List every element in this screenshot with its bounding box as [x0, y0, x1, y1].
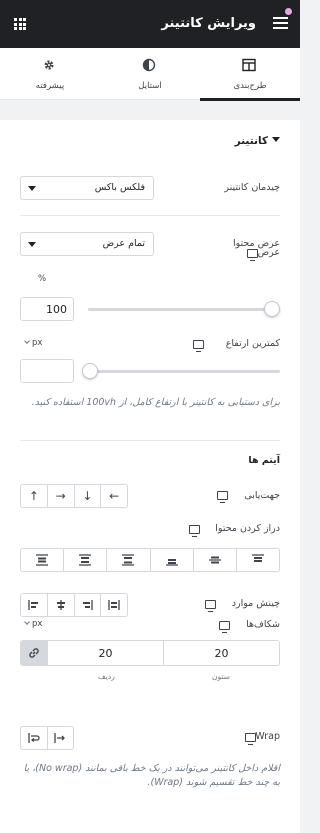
- desktop-icon[interactable]: [217, 491, 228, 503]
- arrow-left-icon[interactable]: ←: [101, 485, 127, 507]
- width-slider-track[interactable]: [88, 308, 280, 311]
- gear-icon: [44, 60, 54, 70]
- container-layout-value: فلکس باکس: [94, 182, 145, 193]
- justify-end-icon[interactable]: [107, 549, 151, 571]
- caret-down-icon: [272, 137, 280, 142]
- wrap-note: اقلام داخل کانتینر می‌توانند در یک خط با…: [23, 763, 280, 788]
- min-height-input[interactable]: [20, 359, 74, 383]
- desktop-icon[interactable]: [189, 525, 200, 537]
- justify-space-evenly-icon[interactable]: [237, 549, 279, 571]
- container-layout-select[interactable]: فلکس باکس: [20, 176, 154, 200]
- chevron-down-icon: [28, 186, 36, 191]
- container-layout-label: چیدمان کانتینر: [224, 182, 280, 193]
- gaps-label: شکاف‌ها: [246, 619, 280, 630]
- align-items-label: چینش موارد: [231, 598, 280, 609]
- justify-content-control: [20, 548, 280, 572]
- gaps-unit: px: [32, 619, 43, 629]
- apps-grid-icon[interactable]: [14, 18, 26, 30]
- items-heading: آیتم ها: [248, 455, 280, 466]
- content-width-value: تمام عرض: [102, 238, 145, 249]
- tab-layout[interactable]: طرح‌بندی: [200, 48, 300, 101]
- panel-title: ویرایش کانتینر: [161, 16, 256, 31]
- wrap-icon[interactable]: [21, 727, 48, 749]
- justify-space-around-icon[interactable]: [194, 549, 237, 571]
- align-center-icon[interactable]: [48, 594, 75, 616]
- editor-header: ویرایش کانتینر: [0, 0, 300, 48]
- align-stretch-icon[interactable]: [101, 594, 127, 616]
- desktop-icon[interactable]: [245, 733, 256, 745]
- panel-tabs: طرح‌بندی استایل پیشرفته: [0, 48, 300, 101]
- divider: [20, 215, 280, 216]
- tab-layout-label: طرح‌بندی: [233, 81, 267, 91]
- wrap-control: [20, 726, 74, 750]
- align-end-icon[interactable]: [75, 594, 102, 616]
- tab-advanced[interactable]: پیشرفته: [0, 48, 100, 100]
- desktop-icon[interactable]: [205, 600, 216, 612]
- section-title: کانتینر: [234, 135, 268, 147]
- align-start-icon[interactable]: [21, 594, 48, 616]
- notification-dot: [285, 8, 292, 15]
- arrow-up-icon[interactable]: ↑: [21, 485, 48, 507]
- row-gap-label: ردیف: [98, 672, 115, 681]
- min-height-unit-selector[interactable]: px: [24, 338, 43, 348]
- tab-advanced-label: پیشرفته: [35, 81, 65, 91]
- divider: [20, 440, 280, 441]
- column-gap-label: ستون: [212, 672, 230, 681]
- chevron-down-icon: [24, 338, 30, 344]
- hamburger-menu-icon[interactable]: [273, 17, 288, 30]
- arrow-down-icon[interactable]: ↓: [75, 485, 102, 507]
- section-header-container[interactable]: کانتینر: [235, 135, 280, 147]
- column-gap-input[interactable]: 20: [163, 641, 279, 665]
- chevron-down-icon: [24, 619, 30, 625]
- min-height-unit: px: [32, 338, 43, 348]
- direction-control: ↑ → ↓ ←: [20, 484, 128, 508]
- gaps-unit-selector[interactable]: px: [24, 619, 43, 629]
- no-wrap-icon[interactable]: [48, 727, 74, 749]
- desktop-icon[interactable]: [193, 340, 204, 352]
- justify-content-label: دراز کردن محتوا: [215, 523, 280, 534]
- tab-style[interactable]: استایل: [100, 48, 200, 100]
- justify-start-icon[interactable]: [21, 549, 65, 571]
- justify-center-icon[interactable]: [64, 549, 108, 571]
- min-height-slider-handle[interactable]: [82, 363, 98, 379]
- direction-label: جهت‌یابی: [244, 490, 280, 501]
- tab-style-label: استایل: [138, 81, 162, 91]
- contrast-icon: [142, 58, 156, 72]
- row-gap-input[interactable]: 20: [47, 641, 163, 665]
- min-height-slider-track[interactable]: [88, 370, 280, 373]
- width-input[interactable]: 100: [20, 297, 74, 321]
- content-width-select[interactable]: تمام عرض: [20, 232, 154, 256]
- wrap-label: Wrap: [255, 731, 280, 742]
- desktop-icon[interactable]: [219, 621, 230, 633]
- width-unit-selector[interactable]: %: [38, 274, 46, 284]
- settings-panel: کانتینر چیدمان کانتینر فلکس باکس عرض محت…: [0, 120, 300, 833]
- link-icon[interactable]: [21, 641, 47, 665]
- align-items-control: [20, 593, 128, 617]
- width-unit: %: [38, 274, 47, 284]
- justify-space-between-icon[interactable]: [151, 549, 194, 571]
- width-slider-handle[interactable]: [264, 301, 280, 317]
- gaps-control: 20 20: [20, 640, 280, 666]
- width-label-text: عرض: [257, 247, 280, 258]
- min-height-note: برای دستیابی به کانتینر با ارتفاع کامل، …: [31, 397, 280, 408]
- chevron-down-icon: [28, 242, 36, 247]
- arrow-right-icon[interactable]: →: [48, 485, 75, 507]
- min-height-label: کمترین ارتفاع: [225, 338, 280, 349]
- layout-icon: [242, 58, 256, 72]
- desktop-icon[interactable]: [247, 249, 258, 261]
